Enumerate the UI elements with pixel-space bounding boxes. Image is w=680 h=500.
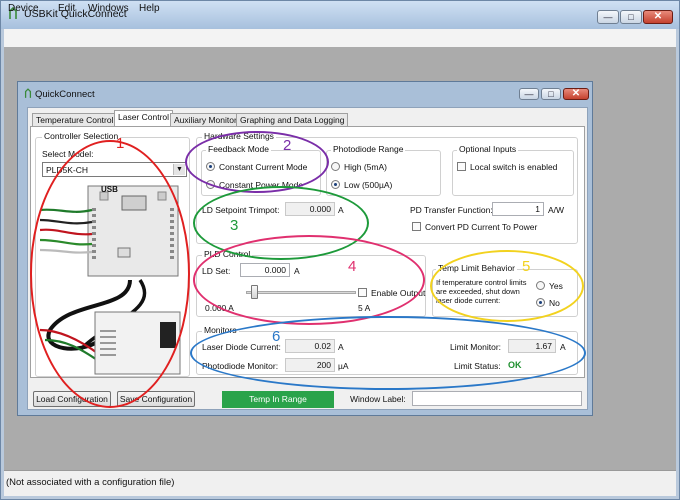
window-label-input[interactable] — [412, 391, 582, 406]
slider-min-label: 0.000 A — [205, 303, 234, 313]
constant-current-radio[interactable] — [206, 162, 215, 171]
child-minimize-button[interactable]: — — [519, 88, 539, 100]
temp-limit-text: If temperature control limits are exceed… — [436, 278, 527, 305]
dropdown-arrow-icon[interactable]: ▼ — [173, 164, 185, 175]
ld-set-slider-thumb[interactable] — [251, 285, 259, 299]
ld-set-unit: A — [294, 266, 300, 276]
board-usb-label: USB — [101, 185, 118, 194]
menu-device[interactable]: Device — [8, 3, 39, 14]
model-select-value: PLD5K-CH — [46, 165, 89, 175]
enable-output-label[interactable]: Enable Output — [371, 288, 425, 298]
close-button[interactable]: ✕ — [643, 10, 673, 24]
controller-selection-label: Controller Selection — [42, 131, 121, 141]
maximize-button[interactable]: □ — [620, 10, 642, 24]
ld-set-slider-track[interactable] — [246, 291, 356, 294]
temp-limit-label: Temp Limit Behavior — [436, 263, 518, 273]
limit-monitor-field: 1.67 — [508, 339, 556, 353]
menu-help[interactable]: Help — [139, 3, 160, 14]
photodiode-monitor-field: 200 — [285, 358, 335, 372]
limit-status-label: Limit Status: — [454, 361, 501, 371]
constant-power-radio[interactable] — [206, 180, 215, 189]
annotation-number-3: 3 — [230, 217, 239, 234]
ld-setpoint-label: LD Setpoint Trimpot: — [202, 205, 280, 215]
constant-current-label[interactable]: Constant Current Mode — [219, 162, 307, 172]
photodiode-monitor-label: Photodiode Monitor: — [202, 361, 279, 371]
menu-edit[interactable]: Edit — [58, 3, 75, 14]
photodiode-range-label: Photodiode Range — [331, 144, 406, 154]
child-maximize-button[interactable]: □ — [541, 88, 561, 100]
save-configuration-button[interactable]: Save Configuration — [117, 391, 195, 407]
ld-set-field[interactable]: 0.000 — [240, 263, 290, 277]
convert-pd-checkbox[interactable] — [412, 222, 421, 231]
model-select[interactable]: PLD5K-CH ▼ — [42, 162, 187, 177]
tab-temperature-control[interactable]: Temperature Control — [32, 113, 118, 127]
optional-inputs-group — [452, 150, 574, 196]
menu-bar — [4, 29, 676, 47]
temp-limit-yes-label[interactable]: Yes — [549, 281, 563, 291]
pld-control-label: PLD Control — [202, 249, 253, 259]
laser-diode-current-unit: A — [338, 342, 344, 352]
child-close-button[interactable]: ✕ — [563, 88, 589, 100]
laser-diode-current-field: 0.02 — [285, 339, 335, 353]
tab-laser-control[interactable]: Laser Control — [114, 110, 174, 127]
tab-graphing-data-logging[interactable]: Graphing and Data Logging — [236, 113, 349, 127]
local-switch-checkbox[interactable] — [457, 162, 466, 171]
ld-setpoint-unit: A — [338, 205, 344, 215]
limit-status-value: OK — [508, 360, 522, 370]
optional-inputs-label: Optional Inputs — [457, 144, 519, 154]
pd-transfer-field[interactable]: 1 — [492, 202, 544, 216]
ld-setpoint-field: 0.000 — [285, 202, 335, 216]
annotation-number-5: 5 — [522, 258, 531, 275]
convert-pd-label[interactable]: Convert PD Current To Power — [425, 222, 537, 232]
ld-set-label: LD Set: — [202, 266, 231, 276]
limit-monitor-unit: A — [560, 342, 566, 352]
temp-status-indicator: Temp In Range — [222, 391, 334, 408]
tab-auxiliary-monitor[interactable]: Auxiliary Monitor — [170, 113, 241, 127]
photodiode-monitor-unit: µA — [338, 361, 349, 371]
hardware-settings-label: Hardware Settings — [202, 131, 276, 141]
feedback-mode-label: Feedback Mode — [206, 144, 271, 154]
temp-limit-yes-radio[interactable] — [536, 281, 545, 290]
annotation-number-2: 2 — [283, 137, 292, 154]
select-model-label: Select Model: — [42, 149, 94, 159]
annotation-number-6: 6 — [272, 328, 281, 345]
laser-diode-current-label: Laser Diode Current: — [202, 342, 281, 352]
slider-max-label: 5 A — [358, 303, 371, 313]
controller-board-image — [40, 185, 181, 375]
pd-low-radio[interactable] — [331, 180, 340, 189]
pd-high-label[interactable]: High (5mA) — [344, 162, 387, 172]
status-text: (Not associated with a configuration fil… — [6, 477, 175, 488]
temp-limit-no-radio[interactable] — [536, 298, 545, 307]
annotation-number-4: 4 — [348, 258, 357, 275]
limit-monitor-label: Limit Monitor: — [450, 342, 502, 352]
minimize-button[interactable]: — — [597, 10, 619, 24]
pd-transfer-unit: A/W — [548, 205, 565, 215]
constant-power-label[interactable]: Constant Power Mode — [219, 180, 303, 190]
child-window-title: QuickConnect — [35, 89, 95, 100]
load-configuration-button[interactable]: Load Configuration — [33, 391, 111, 407]
window-label-label: Window Label: — [350, 394, 406, 404]
enable-output-checkbox[interactable] — [358, 288, 367, 297]
local-switch-label[interactable]: Local switch is enabled — [470, 162, 557, 172]
pd-high-radio[interactable] — [331, 162, 340, 171]
temp-limit-no-label[interactable]: No — [549, 298, 560, 308]
child-logo-icon — [24, 88, 32, 98]
monitors-label: Monitors — [202, 325, 239, 335]
menu-windows[interactable]: Windows — [88, 3, 129, 14]
pd-transfer-label: PD Transfer Function: — [410, 205, 493, 215]
annotation-number-1: 1 — [116, 135, 125, 152]
pd-low-label[interactable]: Low (500µA) — [344, 180, 392, 190]
